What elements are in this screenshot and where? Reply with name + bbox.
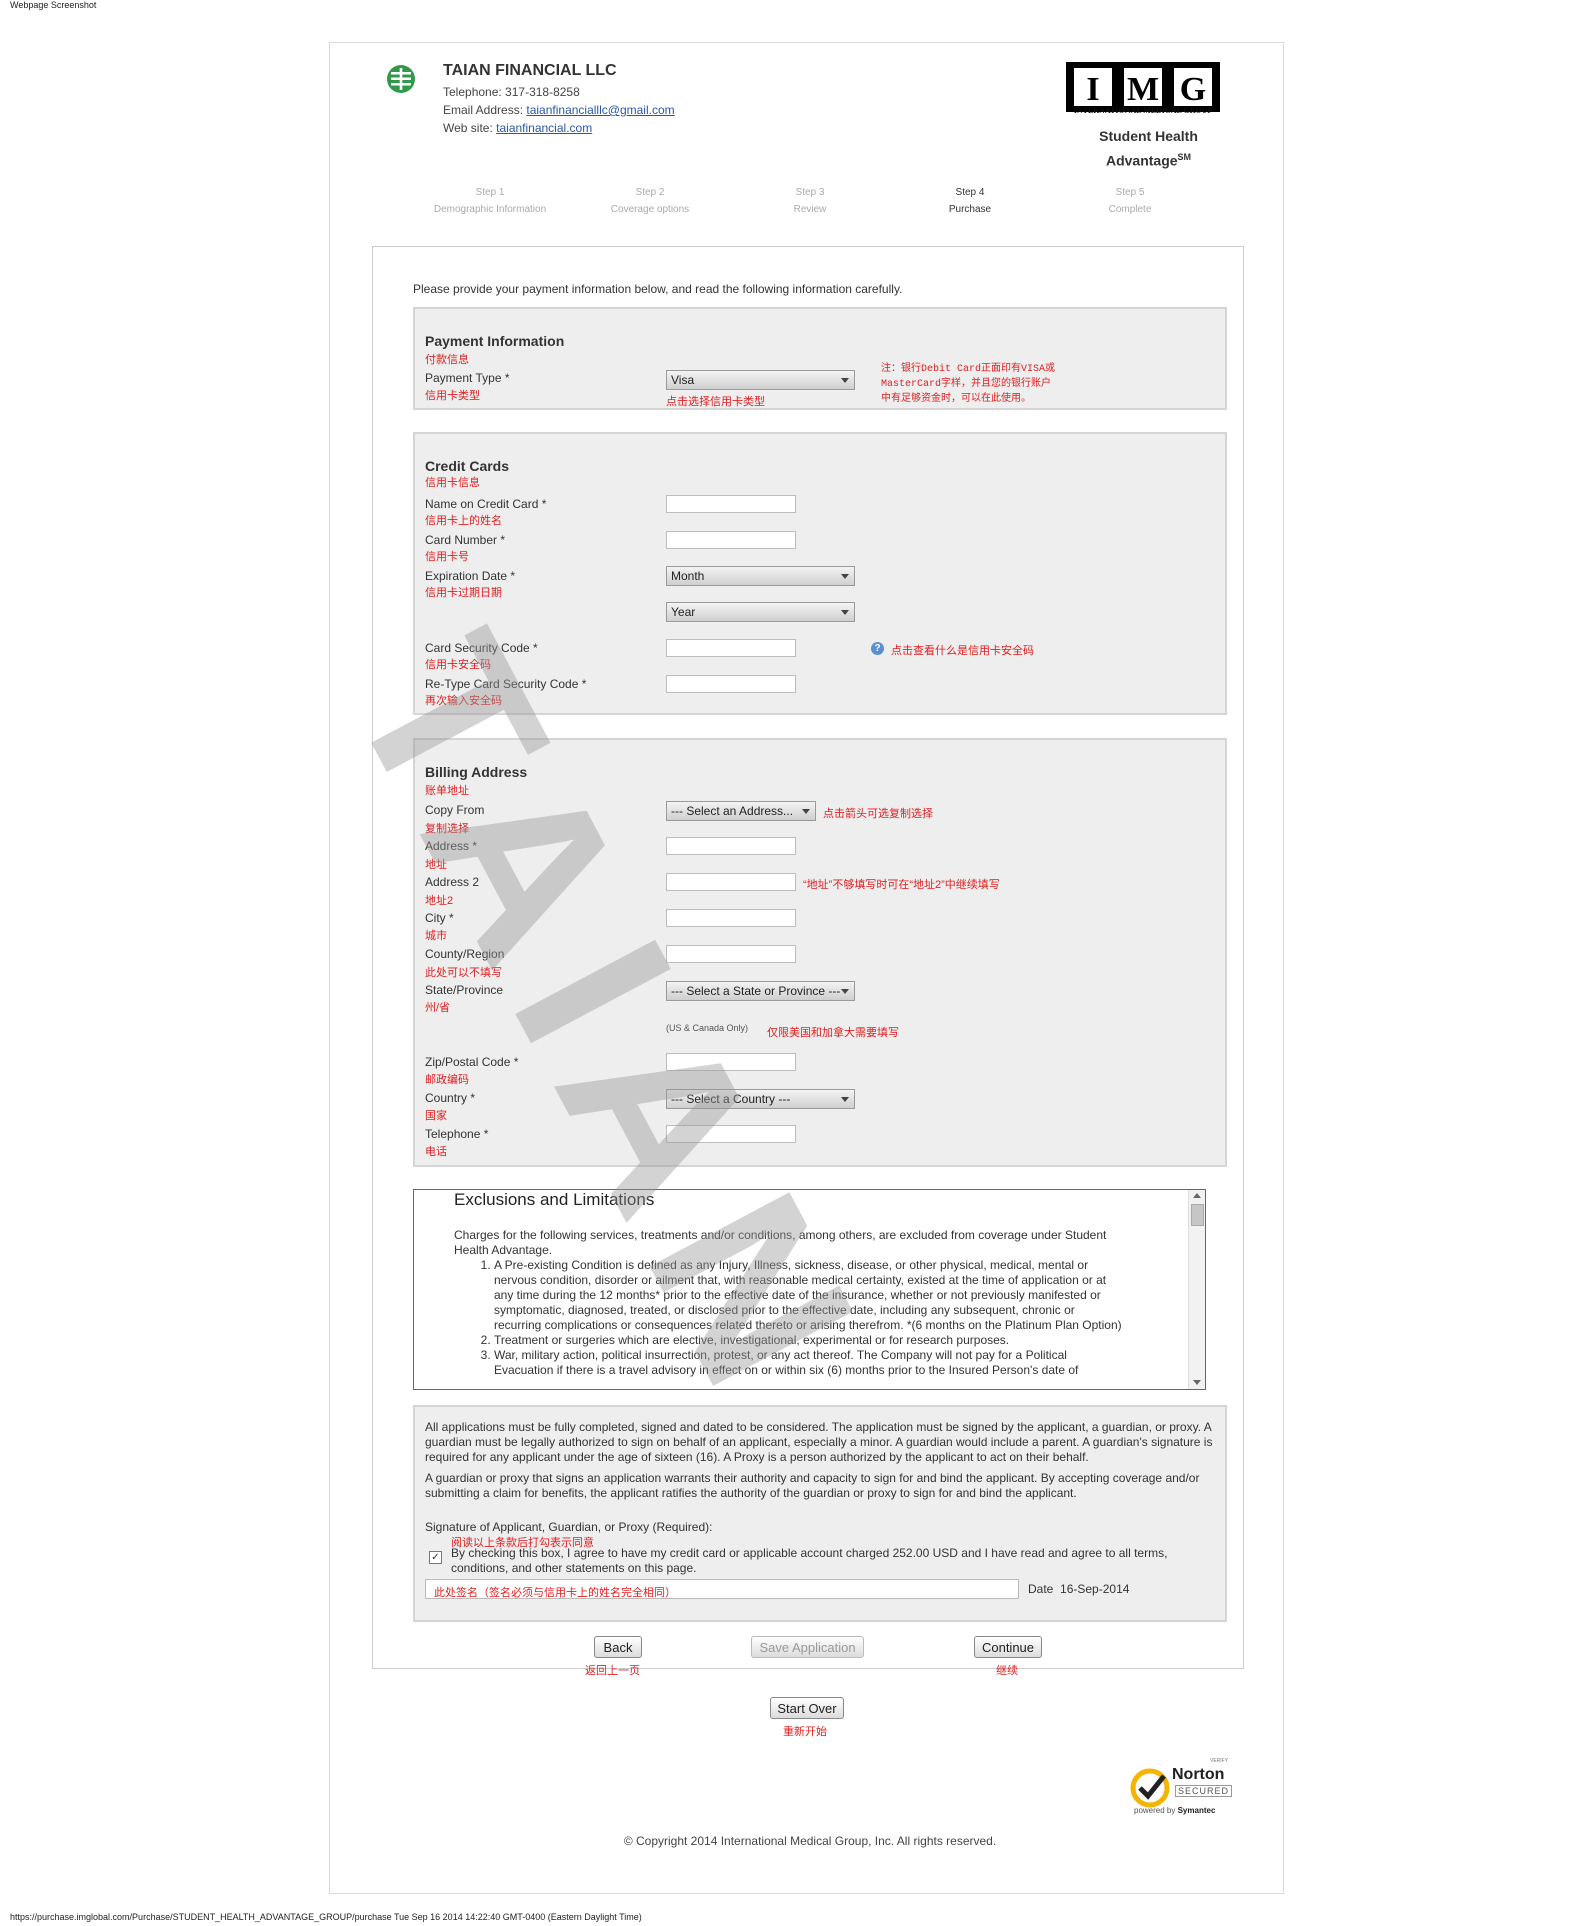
step-3-number: Step 3 [795,187,825,198]
website-label: Web site: [443,121,497,135]
step-2-number: Step 2 [635,187,665,198]
step-5-label: Complete [1108,204,1152,215]
debit-note-line2: MasterCard字样，并且您的银行账户 [881,379,1052,390]
card-number-input[interactable] [666,531,796,549]
step-5: Step 5 Complete [1050,184,1210,218]
start-over-cn: 重新开始 [783,1726,827,1738]
exclusions-scrollbar[interactable] [1188,1190,1205,1389]
norton-secured-seal[interactable]: VERIFY Norton SECURED powered by Symante… [1130,1758,1242,1818]
payment-type-hint-cn: 点击选择信用卡类型 [666,396,765,408]
state-cn: 州/省 [425,1002,451,1014]
website-link[interactable]: taianfinancial.com [496,121,592,135]
logo-letter-g: G [1180,71,1206,108]
telephone-cn: 电话 [425,1146,447,1158]
logo-letter-i: I [1086,71,1099,108]
country-cn: 国家 [425,1110,447,1122]
scroll-down-icon[interactable] [1193,1380,1201,1385]
company-website-line: Web site: taianfinancial.com [443,121,592,135]
service-mark: SM [1177,152,1192,162]
address2-hint-cn: “地址”不够填写时可在“地址2”中继续填写 [803,879,1000,891]
step-4-label: Purchase [948,204,992,215]
company-email-line: Email Address: taianfinancialllc@gmail.c… [443,103,675,117]
company-telephone: Telephone: 317-318-8258 [443,85,580,99]
payment-type-select[interactable]: Visa [666,370,855,390]
step-5-number: Step 5 [1115,187,1145,198]
address-input[interactable] [666,837,796,855]
copy-from-select[interactable]: --- Select an Address... [666,801,816,821]
step-indicator: Step 1 Demographic Information Step 2 Cove… [410,184,1170,216]
back-button[interactable]: Back [594,1636,642,1658]
step-2: Step 2 Coverage options [570,184,730,218]
norton-symantec: Symantec [1177,1806,1216,1815]
img-logo-subtitle: INTERNATIONAL MEDICAL GROUP [1073,106,1213,115]
year-value: Year [671,605,696,619]
norton-check-icon [1130,1768,1170,1808]
norton-secured: SECURED [1175,1785,1233,1797]
step-1-number: Step 1 [475,187,505,198]
step-2-label: Coverage options [610,204,690,215]
step-1: Step 1 Demographic Information [410,184,570,218]
debit-note-line1: 注：银行Debit Card正面印有VISA或 [881,364,1056,375]
country-label: Country * [425,1091,476,1105]
product-name: Student Health AdvantageSM [1080,126,1217,172]
email-label: Email Address: [443,103,527,117]
norton-verify: VERIFY [1210,1758,1229,1764]
expiration-year-select[interactable]: Year [666,602,855,622]
dropdown-arrow-icon [841,378,849,383]
scroll-up-icon[interactable] [1193,1193,1201,1198]
state-note-cn: 仅限美国和加拿大需要填写 [767,1027,899,1039]
dropdown-arrow-icon [841,1097,849,1102]
signature-cn: 此处签名（签名必须与信用卡上的姓名完全相同） [434,1587,676,1599]
dropdown-arrow-icon [841,574,849,579]
dropdown-arrow-icon [841,989,849,994]
scroll-thumb[interactable] [1191,1204,1204,1226]
dropdown-arrow-icon [802,809,810,814]
intro-text: Please provide your payment information … [413,282,903,296]
retype-code-input[interactable] [666,675,796,693]
payment-section: Payment Information 付款信息 Payment Type * … [413,307,1227,410]
help-icon[interactable]: ? [871,642,884,655]
payment-title-cn: 付款信息 [425,354,469,366]
telephone-label: Telephone * [425,1127,489,1141]
product-name-line2: Advantage [1105,152,1178,169]
card-name-input[interactable] [666,495,796,513]
payment-type-label: Payment Type * [425,371,510,385]
payment-type-value: Visa [671,373,695,387]
footer-url: https://purchase.imglobal.com/Purchase/S… [10,1912,642,1922]
company-logo-icon [387,65,415,93]
month-value: Month [671,569,705,583]
security-code-help-cn[interactable]: 点击查看什么是信用卡安全码 [891,642,1034,658]
zip-cn: 邮政编码 [425,1074,469,1086]
agree-checkbox[interactable]: ✓ [429,1551,442,1564]
expiration-month-select[interactable]: Month [666,566,855,586]
payment-title: Payment Information [425,333,565,349]
screenshot-label: Webpage Screenshot [10,0,97,10]
copy-from-value: --- Select an Address... [671,804,794,818]
copyright: © Copyright 2014 International Medical G… [623,1834,997,1848]
debit-note-line3: 中有足够资金时，可以在此使用。 [881,394,1031,405]
copy-from-hint-cn: 点击箭头可选复制选择 [823,808,933,820]
logo-letter-m: M [1127,71,1159,108]
company-name: TAIAN FINANCIAL LLC [443,62,617,79]
payment-type-cn: 信用卡类型 [425,390,480,402]
step-3: Step 3 Review [730,184,890,218]
back-cn: 返回上一页 [585,1665,640,1677]
product-name-line1: Student Health [1099,128,1198,144]
step-3-label: Review [793,204,827,215]
norton-powered-label: powered by [1134,1806,1178,1815]
step-1-label: Demographic Information [433,204,547,215]
norton-name: Norton [1172,1766,1225,1783]
security-code-input[interactable] [666,639,796,657]
date-value: 16-Sep-2014 [1060,1582,1130,1596]
step-4: Step 4 Purchase [890,184,1050,218]
email-link[interactable]: taianfinancialllc@gmail.com [526,103,674,117]
norton-powered: powered by Symantec [1134,1806,1215,1815]
dropdown-arrow-icon [841,610,849,615]
step-4-number: Step 4 [955,187,985,198]
